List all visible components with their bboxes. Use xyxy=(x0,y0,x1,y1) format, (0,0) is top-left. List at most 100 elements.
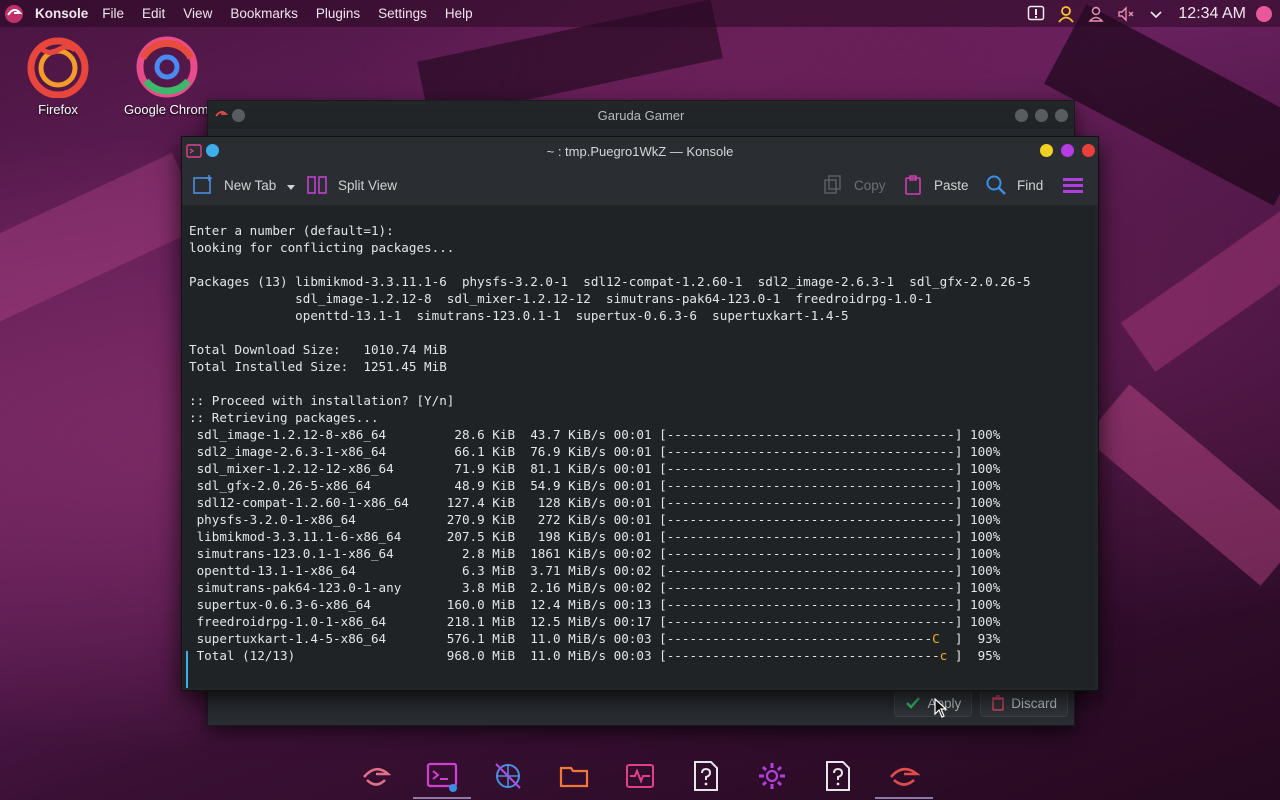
download-time: 00:13 xyxy=(606,597,660,612)
split-view-button[interactable]: Split View xyxy=(306,174,397,196)
progress-bar-text: [--------------------------------------] xyxy=(659,614,963,629)
system-tray: 12:34 AM xyxy=(1016,0,1280,27)
progress-bar-text: [--------------------------------------] xyxy=(659,529,963,544)
progress-bar-text: [----------------------------------- xyxy=(659,631,933,646)
window-title: Garuda Gamer xyxy=(597,107,685,123)
dock-item-konsole[interactable] xyxy=(409,752,475,800)
maximize-button[interactable] xyxy=(1035,109,1048,122)
menu-help[interactable]: Help xyxy=(445,6,473,21)
progress-bar-text: [--------------------------------------] xyxy=(659,563,963,578)
download-size: 127.4 KiB xyxy=(439,495,516,510)
dock-item-garuda-launcher[interactable] xyxy=(343,752,409,800)
dock-item-system-monitor[interactable] xyxy=(607,752,673,800)
desktop-icon-label: Firefox xyxy=(38,102,78,117)
close-button[interactable] xyxy=(1082,144,1095,157)
terminal-line: Packages (13) libmikmod-3.3.11.1-6 physf… xyxy=(189,274,1031,289)
wallpaper-shard xyxy=(0,153,206,327)
maximize-button[interactable] xyxy=(1061,144,1074,157)
download-row: physfs-3.2.0-1-x86_64 270.9 KiB 272 KiB/… xyxy=(189,512,1001,527)
dock-item-files[interactable] xyxy=(541,752,607,800)
desktop-icon-label: Google Chrome xyxy=(124,102,210,117)
download-name: sdl12-compat-1.2.60-1-x86_64 xyxy=(189,495,440,510)
terminal-line: sdl_image-1.2.12-8 sdl_mixer-1.2.12-12 s… xyxy=(295,291,933,306)
terminal-output: Enter a number (default=1): looking for … xyxy=(183,206,1095,664)
progress-bar-text: [--------------------------------------] xyxy=(659,478,963,493)
network-icon xyxy=(495,763,521,789)
download-size: 3.8 MiB xyxy=(439,580,516,595)
konsole-titlebar[interactable]: ~ : tmp.Puegro1WkZ — Konsole xyxy=(182,137,1098,165)
dock-item-help-2[interactable] xyxy=(805,752,871,800)
copy-button[interactable]: Copy xyxy=(822,174,886,196)
clock[interactable]: 12:34 AM xyxy=(1178,5,1246,23)
download-rate: 54.9 KiB/s xyxy=(515,478,607,493)
garuda-logo-icon[interactable] xyxy=(3,3,25,25)
folder-icon xyxy=(559,766,589,788)
desktop-icon-firefox[interactable]: Firefox xyxy=(8,36,108,117)
dock-item-help[interactable] xyxy=(673,752,739,800)
search-icon xyxy=(985,174,1007,196)
avatar[interactable] xyxy=(1256,5,1272,22)
window-pin-button[interactable] xyxy=(232,109,245,122)
download-name: freedroidrpg-1.0-1-x86_64 xyxy=(189,614,440,629)
progress-bar-text: [--------------------------------------] xyxy=(659,580,963,595)
download-percent: 100% xyxy=(970,597,1001,612)
download-rate: 43.7 KiB/s xyxy=(515,427,607,442)
new-tab-dropdown-icon[interactable] xyxy=(286,180,296,195)
menu-plugins[interactable]: Plugins xyxy=(316,6,360,21)
system-monitor-icon xyxy=(626,764,654,788)
help-icon xyxy=(694,761,718,791)
discard-button[interactable]: Discard xyxy=(980,689,1068,717)
menu-view[interactable]: View xyxy=(183,6,212,21)
settings-icon xyxy=(759,763,785,789)
notification-icon[interactable] xyxy=(1026,4,1046,24)
menu-bookmarks[interactable]: Bookmarks xyxy=(230,6,298,21)
paste-button[interactable]: Paste xyxy=(902,174,969,196)
volume-muted-icon[interactable] xyxy=(1116,4,1136,24)
minimize-button[interactable] xyxy=(1015,109,1028,122)
download-percent: 100% xyxy=(970,461,1001,476)
download-row: sdl12-compat-1.2.60-1-x86_64 127.4 KiB 1… xyxy=(189,495,1001,510)
terminal-view[interactable]: Enter a number (default=1): looking for … xyxy=(183,206,1095,688)
garuda-gamer-icon xyxy=(890,767,920,786)
copy-icon xyxy=(822,174,844,196)
new-tab-button[interactable]: New Tab xyxy=(192,174,276,196)
desktop-icon-chrome[interactable]: Google Chrome xyxy=(124,36,210,117)
new-tab-label: New Tab xyxy=(224,177,277,193)
download-rate: 12.5 MiB/s xyxy=(515,614,607,629)
download-name: simutrans-123.0.1-1-x86_64 xyxy=(189,546,440,561)
window-pin-button[interactable] xyxy=(206,144,219,157)
download-percent: 95% xyxy=(977,648,1001,663)
konsole-window: ~ : tmp.Puegro1WkZ — Konsole New Tab Spl… xyxy=(181,136,1099,691)
terminal-line: Total Installed Size: 1251.45 MiB xyxy=(189,359,447,374)
download-row: sdl2_image-2.6.3-1-x86_64 66.1 KiB 76.9 … xyxy=(189,444,1001,459)
dialog-footer: Apply Discard xyxy=(894,689,1068,717)
menu-edit[interactable]: Edit xyxy=(142,6,165,21)
dock-item-garuda-gamer[interactable] xyxy=(871,752,937,800)
progress-bar-text: [--------------------------------------] xyxy=(659,495,963,510)
user-icon[interactable] xyxy=(1056,4,1076,24)
terminal-line: looking for conflicting packages... xyxy=(189,240,455,255)
hamburger-menu-icon[interactable] xyxy=(1062,174,1084,199)
download-name: libmikmod-3.3.11.1-6-x86_64 xyxy=(189,529,440,544)
garuda-gamer-titlebar[interactable]: Garuda Gamer xyxy=(208,101,1074,129)
download-time: 00:01 xyxy=(606,478,660,493)
dock-item-network[interactable] xyxy=(475,752,541,800)
download-percent: 100% xyxy=(970,495,1001,510)
download-percent: 100% xyxy=(970,546,1001,561)
check-icon xyxy=(906,697,921,709)
chevron-down-icon[interactable] xyxy=(1146,4,1166,24)
taskbar-dock xyxy=(0,752,1280,800)
top-panel: Konsole File Edit View Bookmarks Plugins… xyxy=(0,0,1280,27)
download-name: sdl2_image-2.6.3-1-x86_64 xyxy=(189,444,440,459)
progress-bar-text: [--------------------------------------] xyxy=(659,546,963,561)
menu-settings[interactable]: Settings xyxy=(378,6,427,21)
find-button[interactable]: Find xyxy=(985,174,1043,196)
minimize-button[interactable] xyxy=(1040,144,1053,157)
dock-item-settings[interactable] xyxy=(739,752,805,800)
download-row: Total (12/13) 968.0 MiB 11.0 MiB/s 00:03… xyxy=(189,648,1001,663)
split-view-label: Split View xyxy=(338,177,398,193)
close-button[interactable] xyxy=(1055,109,1068,122)
download-time: 00:02 xyxy=(606,580,660,595)
account-icon[interactable] xyxy=(1086,4,1106,24)
menu-file[interactable]: File xyxy=(102,6,124,21)
